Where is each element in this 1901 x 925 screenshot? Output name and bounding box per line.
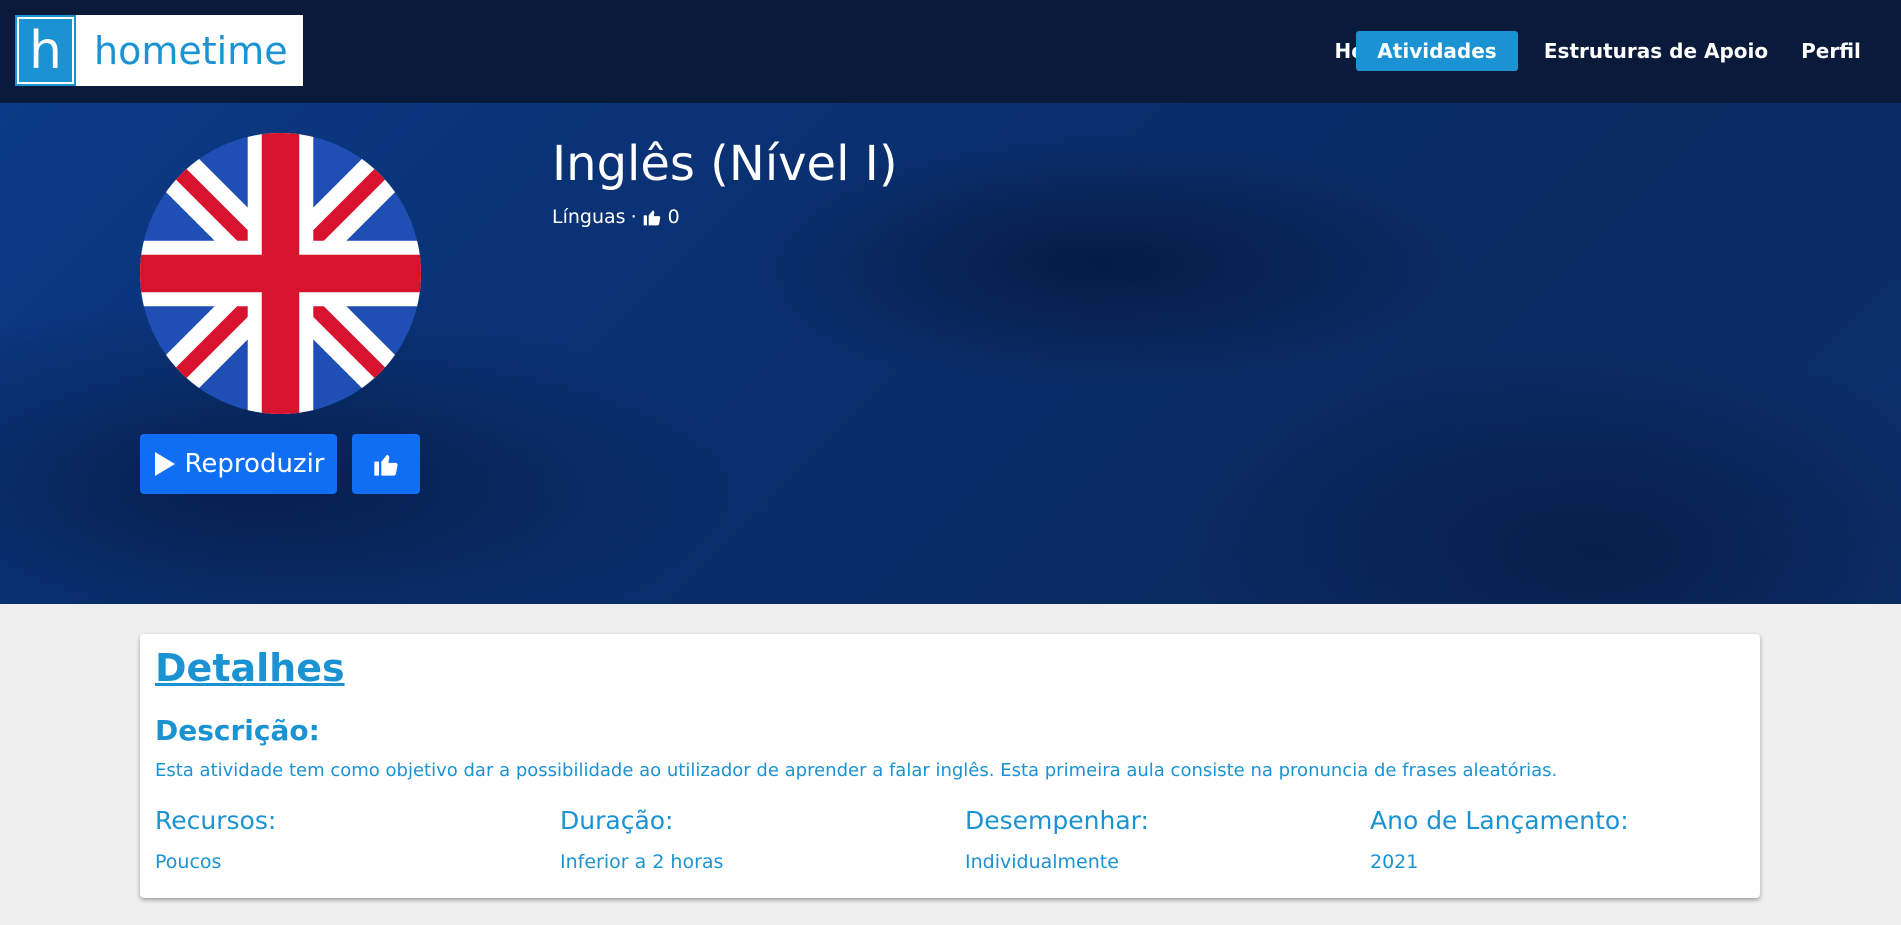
details-card: Detalhes Descrição: Esta atividade tem c…: [140, 634, 1760, 898]
nav-link-perfil[interactable]: Perfil: [1786, 31, 1876, 71]
activity-category: Línguas: [552, 206, 626, 228]
field-duracao: Duração: Inferior a 2 horas: [560, 806, 940, 873]
play-button[interactable]: Reproduzir: [140, 434, 337, 494]
field-label: Duração:: [560, 806, 674, 835]
activity-title: Inglês (Nível I): [552, 136, 898, 192]
like-button[interactable]: [352, 434, 420, 494]
play-icon: [154, 452, 175, 476]
details-title: Detalhes: [155, 646, 345, 690]
navbar: h hometime Home Atividades Estruturas de…: [0, 0, 1901, 103]
activity-meta: Línguas · 0: [552, 206, 680, 228]
field-label: Recursos:: [155, 806, 277, 835]
field-recursos: Recursos: Poucos: [155, 806, 535, 873]
hometime-logo[interactable]: h hometime: [15, 15, 303, 86]
play-button-label: Reproduzir: [184, 449, 325, 479]
field-label: Ano de Lançamento:: [1370, 806, 1629, 835]
thumbs-up-icon: [374, 454, 398, 476]
thumbs-up-icon: [643, 210, 660, 226]
logo-mark: h: [15, 15, 76, 86]
nav-link-atividades[interactable]: Atividades: [1356, 31, 1518, 71]
uk-flag-icon: [140, 133, 421, 414]
nav-link-estruturas-de-apoio[interactable]: Estruturas de Apoio: [1541, 31, 1771, 71]
meta-separator: ·: [630, 206, 637, 228]
field-ano-de-lancamento: Ano de Lançamento: 2021: [1370, 806, 1750, 873]
field-desempenhar: Desempenhar: Individualmente: [965, 806, 1345, 873]
field-value: Individualmente: [965, 851, 1119, 873]
field-value: Inferior a 2 horas: [560, 851, 724, 873]
activity-likes-count: 0: [667, 206, 680, 228]
description-text: Esta atividade tem como objetivo dar a p…: [155, 760, 1558, 781]
field-label: Desempenhar:: [965, 806, 1149, 835]
logo-text: hometime: [94, 28, 288, 73]
field-value: Poucos: [155, 851, 222, 873]
field-value: 2021: [1370, 851, 1419, 873]
activity-hero: Inglês (Nível I) Línguas · 0 Reproduzir: [0, 103, 1901, 604]
description-label: Descrição:: [155, 714, 320, 747]
